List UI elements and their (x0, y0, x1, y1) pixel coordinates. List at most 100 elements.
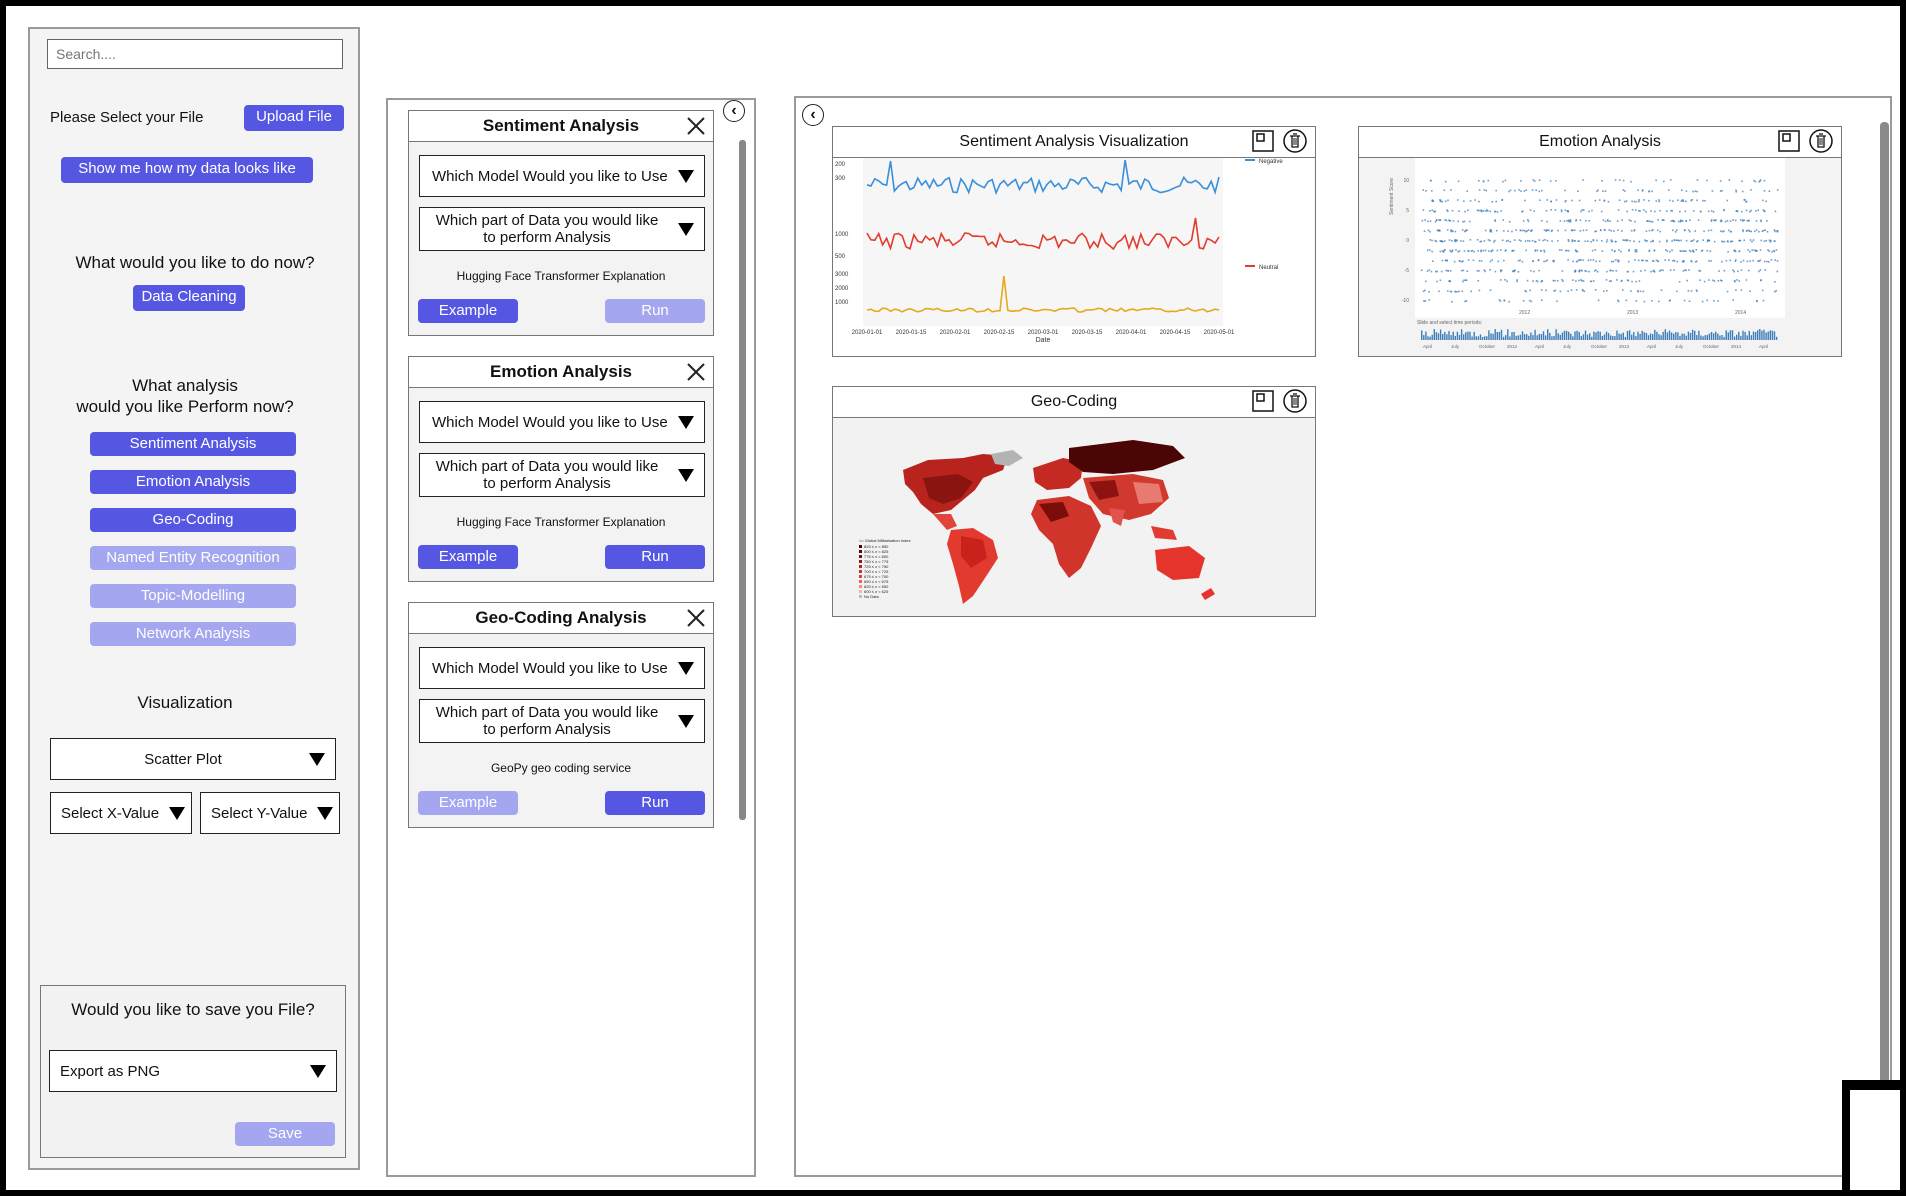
scatter-point (1519, 259, 1521, 262)
x-tick-label: 2020-02-01 (940, 330, 971, 336)
data-cleaning-button[interactable]: Data Cleaning (133, 285, 245, 311)
scatter-point (1655, 259, 1658, 262)
example-button[interactable]: Example (418, 545, 518, 569)
scatter-point (1582, 209, 1585, 211)
scatter-point (1543, 251, 1546, 253)
scatter-point (1676, 290, 1678, 293)
close-icon[interactable] (685, 607, 707, 629)
legend-swatch (859, 555, 862, 558)
geo-viz-card: Geo-Coding <= Global Militarisation Inde… (832, 386, 1316, 617)
scatter-point (1489, 230, 1492, 233)
timeline-bar (1633, 332, 1635, 340)
model-select[interactable]: Which Model Would you like to Use (419, 401, 705, 443)
topic-modelling-button[interactable]: Topic-Modelling (90, 584, 296, 608)
timeline-bar (1505, 335, 1507, 340)
save-icon[interactable] (1251, 129, 1275, 153)
save-icon[interactable] (1777, 129, 1801, 153)
scatter-point (1669, 269, 1672, 271)
scatter-point (1776, 270, 1779, 273)
scatter-point (1736, 279, 1738, 281)
minimap-thumbnail[interactable] (1842, 1080, 1900, 1190)
timeline-bar (1750, 335, 1753, 340)
timeline-bar (1603, 334, 1606, 340)
run-button[interactable]: Run (605, 791, 705, 815)
trash-icon[interactable] (1283, 129, 1307, 153)
timeline-bar (1584, 330, 1587, 340)
timeline-bar (1437, 333, 1440, 340)
model-select[interactable]: Which Model Would you like to Use (419, 647, 705, 689)
scatter-point (1601, 180, 1603, 182)
plot-type-select[interactable]: Scatter Plot (50, 738, 336, 780)
scatter-point (1538, 190, 1541, 193)
timeline-bar (1759, 329, 1761, 340)
scatter-point (1555, 199, 1558, 201)
scatter-point (1753, 230, 1756, 233)
sentiment-viz-card: Sentiment Analysis Visualization Negativ… (832, 126, 1316, 387)
workspace-scrollbar[interactable] (1880, 122, 1889, 1162)
example-button[interactable]: Example (418, 791, 518, 815)
data-part-select[interactable]: Which part of Data you would like to per… (419, 207, 705, 251)
y-value-select[interactable]: Select Y-Value (200, 792, 340, 834)
scatter-point (1516, 280, 1518, 283)
scatter-point (1689, 219, 1691, 221)
model-select[interactable]: Which Model Would you like to Use (419, 155, 705, 197)
search-input[interactable] (47, 39, 343, 69)
scatter-point (1462, 269, 1465, 272)
scatter-point (1573, 229, 1576, 231)
scatter-point (1449, 280, 1452, 283)
panel-scrollbar[interactable] (739, 140, 746, 820)
scatter-point (1578, 259, 1581, 261)
scatter-point (1538, 269, 1540, 272)
scatter-point (1556, 300, 1558, 303)
ner-button[interactable]: Named Entity Recognition (90, 546, 296, 570)
example-button[interactable]: Example (418, 299, 518, 323)
scatter-point (1444, 180, 1447, 183)
close-icon[interactable] (685, 115, 707, 137)
scatter-point (1462, 221, 1464, 223)
scatter-point (1450, 250, 1452, 253)
run-button[interactable]: Run (605, 299, 705, 323)
timeline-bar (1555, 329, 1557, 340)
collapse-left-icon[interactable]: ‹ (723, 100, 745, 122)
scatter-point (1697, 219, 1700, 221)
scatter-point (1461, 260, 1463, 263)
scatter-point (1684, 210, 1687, 212)
geo-coding-button[interactable]: Geo-Coding (90, 508, 296, 532)
save-button[interactable]: Save (235, 1122, 335, 1146)
timeline-bar (1614, 336, 1616, 340)
scatter-point (1671, 240, 1673, 242)
scatter-point (1708, 260, 1710, 262)
scatter-point (1465, 279, 1467, 281)
close-icon[interactable] (685, 361, 707, 383)
export-format-select[interactable]: Export as PNG (49, 1050, 337, 1092)
scatter-point (1585, 219, 1587, 222)
emotion-analysis-button[interactable]: Emotion Analysis (90, 470, 296, 494)
scatter-point (1457, 250, 1459, 253)
data-part-select[interactable]: Which part of Data you would like to per… (419, 699, 705, 743)
scatter-point (1774, 259, 1776, 261)
x-value-select[interactable]: Select X-Value (50, 792, 192, 834)
scatter-point (1514, 239, 1516, 241)
show-data-button[interactable]: Show me how my data looks like (61, 157, 313, 183)
collapse-left-icon[interactable]: ‹ (802, 104, 824, 126)
trash-icon[interactable] (1283, 389, 1307, 413)
scatter-point (1726, 290, 1729, 293)
scatter-point (1712, 211, 1715, 213)
scatter-point (1670, 220, 1673, 222)
x-tick-label: 2020-01-01 (852, 330, 883, 336)
timeline-bar (1574, 331, 1576, 340)
timeline-bar (1421, 330, 1423, 340)
scatter-point (1657, 219, 1659, 221)
scatter-point (1544, 239, 1546, 241)
timeline-bar (1738, 331, 1740, 340)
data-part-select[interactable]: Which part of Data you would like to per… (419, 453, 705, 497)
upload-file-button[interactable]: Upload File (244, 105, 344, 131)
network-analysis-button[interactable]: Network Analysis (90, 622, 296, 646)
scatter-point (1456, 239, 1458, 242)
scatter-point (1729, 259, 1731, 262)
save-icon[interactable] (1251, 389, 1275, 413)
trash-icon[interactable] (1809, 129, 1833, 153)
scatter-point (1702, 199, 1704, 202)
sentiment-analysis-button[interactable]: Sentiment Analysis (90, 432, 296, 456)
run-button[interactable]: Run (605, 545, 705, 569)
